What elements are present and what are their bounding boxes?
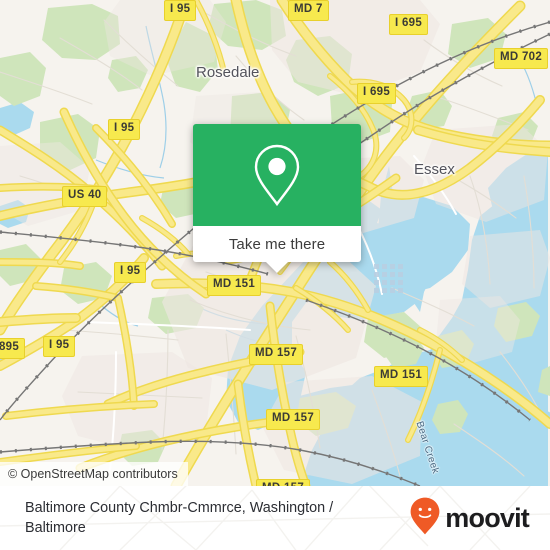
- road-shield: MD 151: [207, 275, 262, 296]
- callout-image-area: [193, 124, 361, 226]
- road-shield: I 95: [164, 0, 197, 21]
- road-shield: I 695: [389, 14, 429, 35]
- take-me-there-button[interactable]: Take me there: [193, 226, 361, 262]
- road-shield: I 95: [108, 119, 141, 140]
- road-shield: MD 157: [256, 479, 311, 486]
- osm-attribution[interactable]: © OpenStreetMap contributors: [0, 461, 188, 486]
- moovit-wordmark: moovit: [445, 502, 530, 533]
- road-shield: MD 151: [374, 366, 429, 387]
- road-shield: I 895: [0, 338, 26, 359]
- road-shield: I 95: [43, 336, 76, 357]
- map-pin-icon: [251, 142, 303, 208]
- map-screenshot: .w { fill:#aadaee; } .park { fill:#cfe5b…: [0, 0, 550, 550]
- road-shield: I 695: [357, 83, 397, 104]
- road-shield: MD 157: [266, 409, 321, 430]
- footer-bar: Baltimore County Chmbr-Cmmrce, Washingto…: [0, 486, 550, 550]
- road-shield: I 95: [114, 262, 147, 283]
- road-shield: US 40: [62, 186, 108, 207]
- take-me-there-label: Take me there: [228, 235, 326, 253]
- map-canvas[interactable]: .w { fill:#aadaee; } .park { fill:#cfe5b…: [0, 0, 550, 486]
- road-shield: MD 7: [288, 0, 329, 21]
- moovit-brand[interactable]: moovit: [410, 497, 534, 540]
- moovit-pin-smile-icon: [410, 497, 440, 540]
- road-shield: MD 157: [249, 344, 304, 365]
- place-title: Baltimore County Chmbr-Cmmrce, Washingto…: [25, 499, 334, 536]
- road-shield: MD 702: [494, 48, 549, 69]
- location-callout-card[interactable]: Take me there: [193, 124, 361, 273]
- callout-pointer-tail: [266, 262, 288, 273]
